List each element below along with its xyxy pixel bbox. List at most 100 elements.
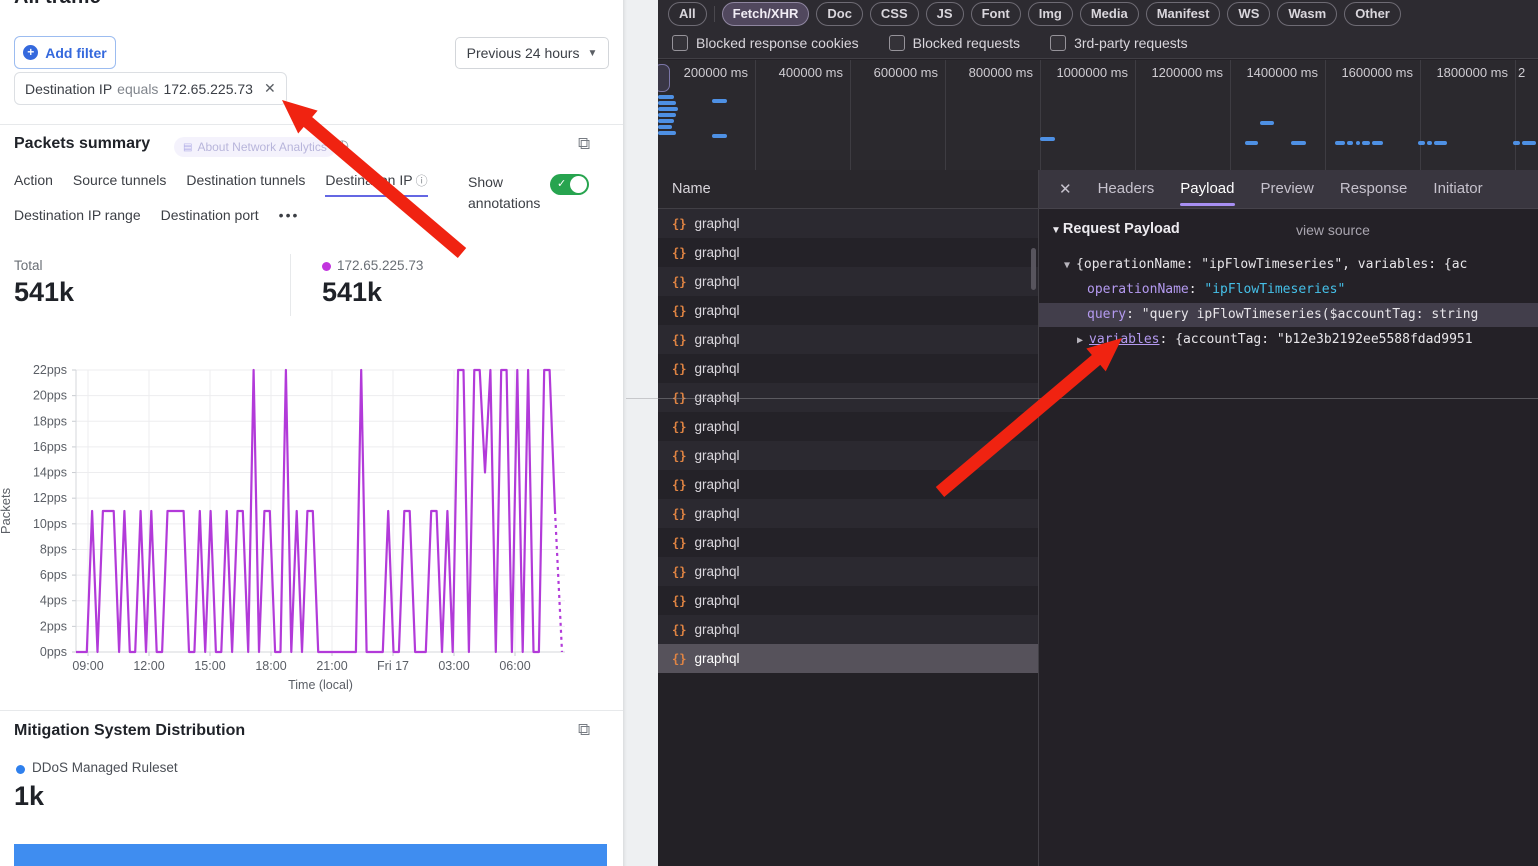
request-row[interactable]: {}graphql [658, 296, 1038, 325]
request-row[interactable]: {}graphql [658, 499, 1038, 528]
request-row[interactable]: {}graphql [658, 557, 1038, 586]
filter-pill-img[interactable]: Img [1028, 2, 1073, 26]
svg-text:21:00: 21:00 [316, 659, 347, 673]
checkbox-blocked-requests[interactable]: Blocked requests [889, 35, 1020, 51]
show-annotations-toggle[interactable]: ✓ [550, 174, 589, 195]
request-row[interactable]: {}graphql [658, 528, 1038, 557]
payload-segment: ▶ [1077, 335, 1089, 346]
filter-pill-other[interactable]: Other [1344, 2, 1401, 26]
stat-ip-label: 172.65.225.73 [337, 258, 423, 273]
detail-tab-headers[interactable]: Headers [1098, 170, 1155, 208]
mitigation-legend-label: DDoS Managed Ruleset [32, 760, 178, 775]
request-row[interactable]: {}graphql [658, 354, 1038, 383]
time-range-dropdown[interactable]: Previous 24 hours ▼ [455, 37, 609, 69]
plus-icon: + [23, 45, 38, 60]
tab-destination-tunnels[interactable]: Destination tunnels [186, 172, 305, 197]
request-row[interactable]: {}graphql [658, 470, 1038, 499]
section-divider [0, 710, 623, 711]
svg-text:06:00: 06:00 [499, 659, 530, 673]
popout-icon[interactable]: ⧉ [578, 134, 590, 154]
request-row[interactable]: {} graphql [658, 412, 1038, 441]
detail-tab-preview[interactable]: Preview [1261, 170, 1314, 208]
filter-pill-js[interactable]: JS [926, 2, 964, 26]
json-braces-icon: {} [672, 536, 686, 550]
filter-chip-operator: equals [117, 81, 158, 97]
close-icon[interactable]: ✕ [264, 80, 276, 97]
tab-source-tunnels[interactable]: Source tunnels [73, 172, 166, 197]
check-icon: ✓ [557, 177, 566, 190]
show-annotations-label: Show annotations [468, 172, 546, 214]
more-tabs-button[interactable]: ••• [279, 207, 300, 223]
timeline-tick-label: 800000 ms [945, 65, 1033, 80]
badge-label: About Network Analytics [197, 140, 326, 154]
request-name: graphql [694, 622, 739, 637]
timeline-request-bar [1347, 141, 1353, 145]
payload-segment: "query ipFlowTimeseries($accountTag: str… [1142, 307, 1479, 322]
filter-pill-ws[interactable]: WS [1227, 2, 1270, 26]
request-name: graphql [694, 361, 739, 376]
timeline-request-bar [658, 113, 676, 117]
popout-icon[interactable]: ⧉ [578, 720, 590, 740]
detail-tab-initiator[interactable]: Initiator [1433, 170, 1482, 208]
scrollbar-thumb[interactable] [1031, 248, 1036, 290]
tab-destination-ip[interactable]: Destination IPⓘ [325, 172, 427, 197]
filter-pill-all[interactable]: All [668, 2, 707, 26]
svg-text:15:00: 15:00 [194, 659, 225, 673]
checkbox-blocked-response-cookies[interactable]: Blocked response cookies [672, 35, 859, 51]
detail-tab-payload[interactable]: Payload [1180, 170, 1234, 208]
request-row[interactable]: {}graphql [658, 441, 1038, 470]
timeline-tick-label: 1800000 ms [1420, 65, 1508, 80]
request-payload-header[interactable]: ▼Request Payload [1051, 221, 1180, 237]
view-source-link[interactable]: view source [1296, 222, 1370, 238]
timeline-tick-label: 600000 ms [850, 65, 938, 80]
request-row[interactable]: {}graphql [658, 586, 1038, 615]
request-row[interactable]: {}graphql [658, 267, 1038, 296]
filter-pill-doc[interactable]: Doc [816, 2, 863, 26]
window-edge-line [626, 398, 1538, 399]
timeline-tick-label: 1000000 ms [1040, 65, 1128, 80]
chevron-down-icon: ▼ [587, 48, 597, 59]
packets-chart-svg: 0pps2pps4pps6pps8pps10pps12pps14pps16pps… [0, 354, 606, 692]
request-row[interactable]: {}graphql [658, 209, 1038, 238]
timeline-tick-label: 200000 ms [660, 65, 748, 80]
info-icon: ⓘ [416, 174, 428, 188]
filter-pill-manifest[interactable]: Manifest [1146, 2, 1221, 26]
about-network-analytics-badge[interactable]: ▤ About Network Analytics [174, 137, 336, 157]
tab-action[interactable]: Action [14, 172, 53, 197]
svg-text:22pps: 22pps [33, 363, 67, 377]
close-icon[interactable]: ✕ [1059, 180, 1072, 198]
timeline-request-bar [1418, 141, 1425, 145]
filter-pill-css[interactable]: CSS [870, 2, 919, 26]
svg-text:20pps: 20pps [33, 389, 67, 403]
payload-line[interactable]: ▶ variables: {accountTag: "b12e3b2192ee5… [1039, 328, 1538, 352]
tab-destination-ip-range[interactable]: Destination IP range [14, 207, 141, 223]
request-row[interactable]: {}graphql [658, 615, 1038, 644]
timeline-request-bar [658, 101, 676, 105]
checkbox-3rd-party-requests[interactable]: 3rd-party requests [1050, 35, 1188, 51]
network-overview-timeline[interactable]: 200000 ms400000 ms600000 ms800000 ms1000… [658, 60, 1538, 171]
request-name: graphql [694, 419, 739, 434]
request-row[interactable]: {}graphql [658, 238, 1038, 267]
json-braces-icon: {} [672, 420, 686, 434]
payload-line[interactable]: query: "query ipFlowTimeseries($accountT… [1039, 303, 1538, 327]
filter-pill-fetch-xhr[interactable]: Fetch/XHR [722, 2, 810, 26]
tab-destination-port[interactable]: Destination port [161, 207, 259, 223]
add-filter-button[interactable]: + Add filter [14, 36, 116, 69]
series-legend-dot [322, 262, 331, 271]
stat-total-label: Total [14, 258, 43, 273]
payload-line[interactable]: operationName: "ipFlowTimeseries" [1039, 278, 1538, 302]
detail-tab-response[interactable]: Response [1340, 170, 1408, 208]
request-row[interactable]: {}graphql [658, 644, 1038, 673]
svg-text:10pps: 10pps [33, 517, 67, 531]
request-name: graphql [694, 274, 739, 289]
filter-pill-wasm[interactable]: Wasm [1277, 2, 1337, 26]
request-row[interactable]: {}graphql [658, 325, 1038, 354]
timeline-request-bar [1362, 141, 1370, 145]
stat-divider [290, 254, 291, 316]
filter-pill-media[interactable]: Media [1080, 2, 1139, 26]
name-column-header[interactable]: Name [658, 170, 1038, 209]
svg-text:18:00: 18:00 [255, 659, 286, 673]
filter-chip[interactable]: Destination IP equals 172.65.225.73 ✕ [14, 72, 287, 105]
payload-line[interactable]: ▼ {operationName: "ipFlowTimeseries", va… [1039, 253, 1538, 277]
filter-pill-font[interactable]: Font [971, 2, 1021, 26]
